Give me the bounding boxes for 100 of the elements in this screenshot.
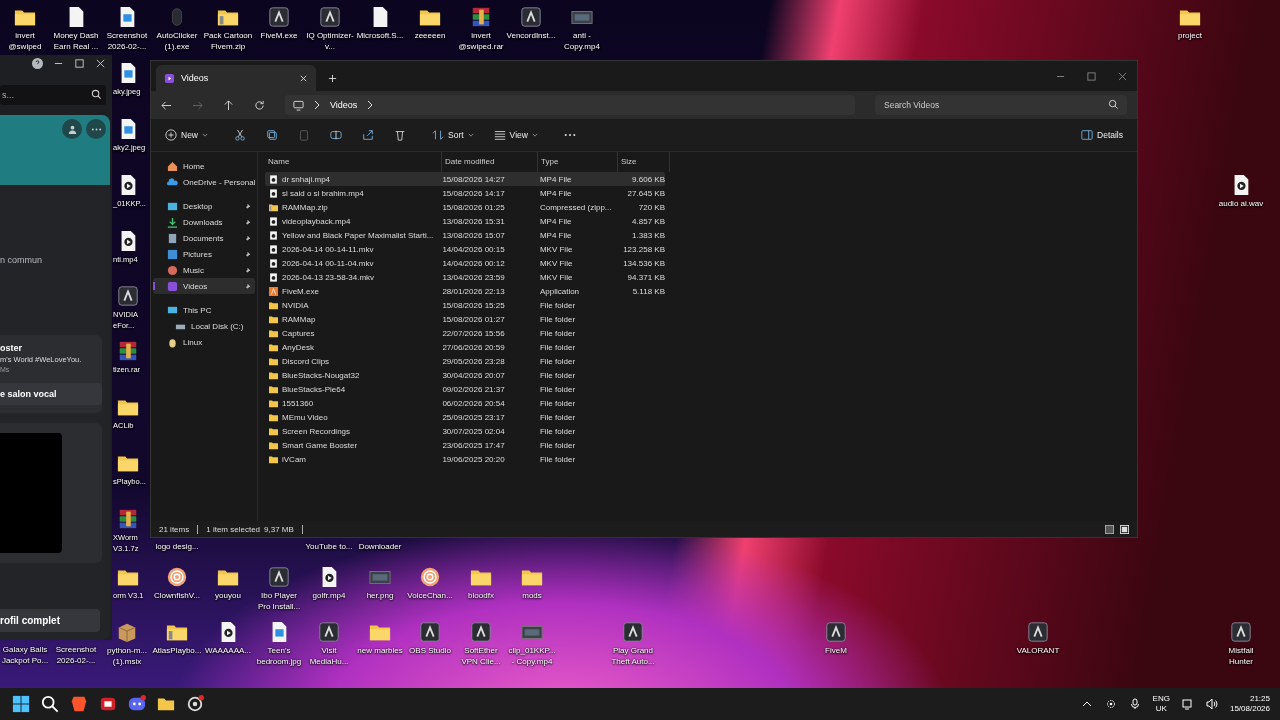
- desktop-icon-label[interactable]: YouTube to...: [305, 541, 353, 552]
- desktop-icon-label[interactable]: OBS Studio: [409, 645, 451, 656]
- file-row[interactable]: Yellow and Black Paper Maximalist Starti... 13/08/2026 15:07 MP4 File 1.383 KB: [265, 228, 665, 242]
- file-name: Captures: [282, 328, 315, 338]
- size-cell: 5.118 KB: [632, 286, 665, 296]
- sidebar-item[interactable]: Local Disk (C:): [153, 318, 255, 334]
- file-row[interactable]: Captures 22/07/2026 15:56 File folder: [265, 326, 665, 340]
- desktop-icon-label[interactable]: Downloader: [358, 541, 402, 552]
- desktop-icon-label[interactable]: Pack Cartoon Fivem.zip: [203, 30, 253, 52]
- desktop-icon-label[interactable]: Play Grand Theft Auto...: [608, 645, 658, 667]
- file-row[interactable]: 2026-04-14 00-14-11.mkv 14/04/2026 00:15 MKV File 123.258 KB: [265, 242, 665, 256]
- file-row[interactable]: 1551360 06/02/2026 20:54 File folder: [265, 396, 665, 410]
- file-row[interactable]: FiveM.exe 28/01/2026 22:13 Application 5.118 KB: [265, 284, 665, 298]
- desktop-icon-label[interactable]: zeeeeen: [414, 30, 446, 41]
- desktop-icon-label[interactable]: AutoClicker (1).exe: [152, 30, 202, 52]
- view-button[interactable]: View: [485, 126, 546, 144]
- desktop-icon-label[interactable]: new marbles: [357, 645, 403, 656]
- file-row[interactable]: RAMMap.zip 15/08/2026 01:25 Compressed (zipp... 720 KB: [265, 200, 665, 214]
- file-name: 2026-04-14 00-14-11.mkv: [282, 244, 374, 254]
- desktop-icon-label[interactable]: project: [1178, 30, 1202, 41]
- file-row[interactable]: Discord Clips 29/05/2026 23:28 File folder: [265, 354, 665, 368]
- sidebar-item[interactable]: Downloads: [153, 214, 255, 230]
- file-row[interactable]: dr snhaji.mp4 15/08/2026 14:27 MP4 File 9.606 KB: [265, 172, 665, 186]
- desktop-icon-label[interactable]: logo desig...: [155, 541, 199, 552]
- file-row[interactable]: Screen Recordings 30/07/2025 02:04 File folder: [265, 424, 665, 438]
- date-cell-text: 14/04/2026 00:15: [441, 244, 506, 254]
- desktop-icon-label[interactable]: anti - Copy.mp4: [557, 30, 607, 52]
- sidebar-item[interactable]: Videos: [153, 278, 255, 294]
- type-cell-text: File folder: [538, 398, 577, 408]
- sidebar-item[interactable]: This PC: [153, 302, 255, 318]
- sidebar-item[interactable]: Linux: [153, 334, 255, 350]
- activity-title: oster: [0, 343, 23, 353]
- file-name: si said o si brahim.mp4: [282, 188, 364, 198]
- desktop-icon-label[interactable]: VALORANT: [1016, 645, 1060, 656]
- file-row[interactable]: BlueStacks-Pie64 09/02/2026 21:37 File folder: [265, 382, 665, 396]
- tab[interactable]: Videos: [156, 65, 316, 91]
- desktop-icon-label[interactable]: Mistfall Hunter: [1216, 645, 1266, 667]
- desktop-icon-label[interactable]: Screenshot 2026-02-...: [51, 644, 101, 666]
- desktop-icon-label[interactable]: SoftEther VPN Clie...: [456, 645, 506, 667]
- details-button[interactable]: Details: [1073, 126, 1131, 144]
- view-profile-button[interactable]: rofil complet: [0, 609, 100, 632]
- desktop-icon-label[interactable]: invert @swiped.rar: [456, 30, 506, 52]
- sidebar-item[interactable]: Pictures: [153, 246, 255, 262]
- address-bar[interactable]: Videos: [285, 95, 855, 115]
- join-voice-button[interactable]: e salon vocal: [0, 383, 102, 405]
- desktop-icon-label[interactable]: mods: [522, 590, 542, 601]
- desktop-icon-label[interactable]: Visit MediaHu...: [304, 645, 354, 667]
- desktop-icon-label[interactable]: bloodfx: [468, 590, 494, 601]
- desktop-icon-label[interactable]: golfr.mp4: [312, 590, 346, 601]
- desktop-icon-label[interactable]: WAAAAAA...: [205, 645, 251, 656]
- date-cell-text: 27/06/2026 20:59: [441, 342, 506, 352]
- date-cell-text: 30/04/2026 20:07: [441, 370, 506, 380]
- sidebar-item[interactable]: Desktop: [153, 198, 255, 214]
- sidebar-item[interactable]: Music: [153, 262, 255, 278]
- file-name: RAMMap: [282, 314, 316, 324]
- file-name: BlueStacks-Pie64: [282, 384, 346, 394]
- file-name: BlueStacks-Nougat32: [282, 370, 360, 380]
- search-field[interactable]: Search Videos: [875, 95, 1127, 115]
- date-cell-text: 22/07/2026 15:56: [441, 328, 506, 338]
- file-row[interactable]: 2026-04-13 23-58-34.mkv 13/04/2026 23:59 MKV File 94.371 KB: [265, 270, 665, 284]
- clock[interactable]: 21:25 15/08/2026: [1229, 694, 1270, 714]
- file-row[interactable]: 2026-04-14 00-11-04.mkv 14/04/2026 00:12 MKV File 134.536 KB: [265, 256, 665, 270]
- file-row[interactable]: NVIDIA 15/08/2026 15:25 File folder: [265, 298, 665, 312]
- desktop-icon-label[interactable]: VoiceChan...: [407, 590, 453, 601]
- desktop-icon-label[interactable]: youyou: [215, 590, 241, 601]
- file-row[interactable]: videoplayback.mp4 13/08/2026 15:31 MP4 File 4.857 KB: [265, 214, 665, 228]
- desktop-icon-label[interactable]: invert @swiped: [0, 30, 50, 52]
- desktop-icon-label[interactable]: her.png: [366, 590, 394, 601]
- desktop-icon-label[interactable]: audio ai.wav: [1218, 198, 1264, 209]
- desktop-icon-label[interactable]: IQ Optimizer-v...: [305, 30, 355, 52]
- file-row[interactable]: Smart Game Booster 23/06/2025 17:47 File folder: [265, 438, 665, 452]
- desktop-icon-label[interactable]: clip_01KKP... - Copy.mp4: [507, 645, 557, 667]
- desktop-icon-label[interactable]: Teen's bedroom.jpg: [254, 645, 304, 667]
- desktop-icon-label[interactable]: Galaxy Balls Jackpot Po...: [0, 644, 50, 666]
- sidebar-item[interactable]: Home: [153, 158, 255, 174]
- type-cell-text: File folder: [538, 370, 577, 380]
- breadcrumb-item[interactable]: Videos: [330, 100, 358, 110]
- language-indicator[interactable]: ENG UK: [1152, 694, 1170, 714]
- sidebar-item[interactable]: Documents: [153, 230, 255, 246]
- desktop-icon-label[interactable]: python-m... (1).msix: [102, 645, 152, 667]
- desktop-icon-label[interactable]: AtlasPlaybo...: [152, 645, 202, 656]
- desktop-icon-label[interactable]: FiveM: [825, 645, 847, 656]
- type-cell-text: MP4 File: [538, 230, 573, 240]
- desktop-icon-label[interactable]: Money Dash Earn Real ...: [51, 30, 101, 52]
- file-row[interactable]: RAMMap 15/08/2026 01:27 File folder: [265, 312, 665, 326]
- sort-button[interactable]: Sort: [424, 126, 482, 144]
- new-button[interactable]: New: [157, 126, 216, 144]
- file-row[interactable]: iVCam 19/06/2025 20:20 File folder: [265, 452, 665, 466]
- file-row[interactable]: BlueStacks-Nougat32 30/04/2026 20:07 File folder: [265, 368, 665, 382]
- desktop-icon-label[interactable]: FiveM.exe: [260, 30, 298, 41]
- file-row[interactable]: si said o si brahim.mp4 15/08/2026 14:17 MP4 File 27.645 KB: [265, 186, 665, 200]
- desktop-icon-label[interactable]: Microsoft.S...: [356, 30, 404, 41]
- file-row[interactable]: MEmu Video 25/09/2025 23:17 File folder: [265, 410, 665, 424]
- desktop-icon-label[interactable]: ClownfishV...: [154, 590, 200, 601]
- sidebar-item[interactable]: OneDrive - Personal: [153, 174, 255, 190]
- desktop-icon-label[interactable]: VencordInst...: [506, 30, 556, 41]
- search-field[interactable]: s...: [0, 85, 106, 105]
- file-row[interactable]: AnyDesk 27/06/2026 20:59 File folder: [265, 340, 665, 354]
- desktop-icon-label[interactable]: Ibo Player Pro Install...: [254, 590, 304, 612]
- desktop-icon-label[interactable]: Screenshot 2026-02-...: [102, 30, 152, 52]
